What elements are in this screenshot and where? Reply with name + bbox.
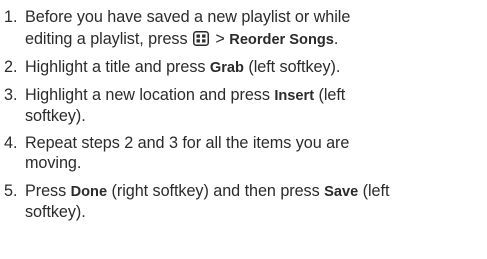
menu-key-icon [192, 31, 209, 46]
step-4: 4. Repeat steps 2 and 3 for all the items… [4, 133, 349, 173]
insert-keyword: Insert [274, 88, 315, 104]
save-keyword: Save [324, 184, 359, 200]
grab-keyword: Grab [209, 60, 244, 76]
step-text: (left [314, 86, 346, 104]
step-5: 5. Press Done (right softkey) and then pr… [4, 181, 389, 222]
step-text: Press [25, 182, 71, 200]
step-text: Before you have saved a new playlist or … [25, 8, 351, 26]
step-text: (left softkey). [243, 58, 341, 76]
step-text: Highlight a title and press [25, 58, 210, 76]
step-text: softkey). [25, 107, 86, 125]
step-text: Repeat steps 2 and 3 for all the items y… [25, 134, 350, 152]
step-text: moving. [25, 154, 82, 172]
step-text: . [333, 30, 339, 48]
step-number: 4. [4, 134, 18, 152]
step-text: (right softkey) and then press [107, 182, 325, 200]
step-1: 1. Before you have saved a new playlist o… [4, 7, 350, 50]
step-number: 3. [4, 86, 18, 104]
step-2: 2. Highlight a title and press Grab (left… [4, 57, 340, 78]
step-text: softkey). [25, 203, 86, 221]
step-3: 3. Highlight a new location and press Ins… [4, 85, 345, 126]
step-number: 2. [4, 58, 18, 76]
step-text: editing a playlist, press [25, 30, 192, 48]
step-number: 1. [4, 8, 18, 26]
reorder-songs-keyword: Reorder Songs [229, 32, 334, 48]
step-text: (left [358, 182, 390, 200]
step-text-line-2: editing a playlist, press > Reorder Song… [4, 29, 350, 50]
done-keyword: Done [70, 184, 108, 200]
step-number: 5. [4, 182, 18, 200]
step-text: > [210, 30, 230, 48]
step-text: Highlight a new location and press [25, 86, 275, 104]
